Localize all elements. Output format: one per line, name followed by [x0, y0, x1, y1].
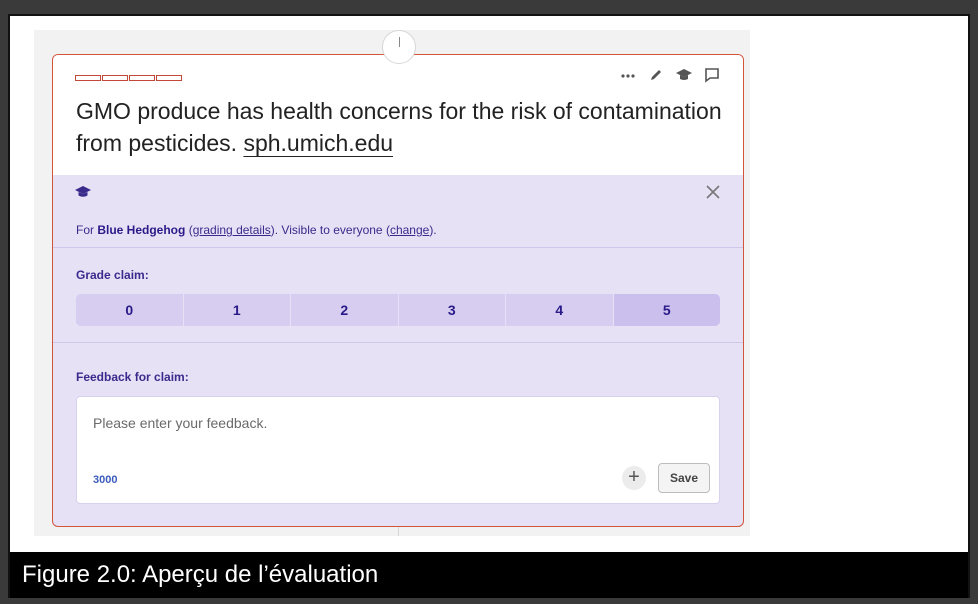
strength-segment	[75, 75, 101, 81]
grade-option-0[interactable]: 0	[76, 294, 184, 326]
close-icon[interactable]	[703, 182, 723, 202]
node-connector[interactable]	[382, 30, 416, 64]
figure-caption: Figure 2.0: Aperçu de l’évaluation	[10, 552, 968, 598]
feedback-input[interactable]	[93, 415, 653, 437]
grader-name: Blue Hedgehog	[97, 223, 186, 237]
divider	[53, 247, 743, 248]
comment-icon[interactable]	[703, 66, 721, 84]
grade-option-5[interactable]: 5	[613, 294, 720, 326]
grade-cap-icon[interactable]	[675, 66, 693, 84]
for-prefix: For	[76, 223, 98, 237]
connector-line	[398, 527, 399, 536]
grade-option-1[interactable]: 1	[183, 294, 291, 326]
claim-statement: GMO produce has health concerns for the …	[76, 98, 722, 156]
claim-header: GMO produce has health concerns for the …	[53, 55, 743, 175]
edit-icon[interactable]	[647, 66, 665, 84]
character-count: 3000	[93, 474, 118, 486]
strength-segment	[102, 75, 128, 81]
change-visibility-link[interactable]: change	[390, 223, 429, 237]
grading-cap-icon	[75, 185, 91, 199]
feedback-box: 3000 + Save	[76, 396, 720, 504]
paren-open: (	[185, 223, 193, 237]
add-icon[interactable]: +	[622, 466, 646, 490]
grading-details-link[interactable]: grading details	[193, 223, 271, 237]
save-button[interactable]: Save	[658, 463, 710, 493]
strength-segment	[129, 75, 155, 81]
visibility-text: ). Visible to everyone (	[270, 223, 390, 237]
claim-text: GMO produce has health concerns for the …	[76, 95, 726, 159]
connector-tick-icon	[399, 37, 400, 47]
grade-claim-label: Grade claim:	[76, 268, 149, 282]
grade-option-2[interactable]: 2	[291, 294, 399, 326]
claim-toolbar	[619, 66, 721, 84]
grade-selector: 0 1 2 3 4 5	[76, 294, 720, 326]
divider	[53, 342, 743, 343]
grade-option-4[interactable]: 4	[506, 294, 614, 326]
grade-option-3[interactable]: 3	[398, 294, 506, 326]
more-icon[interactable]	[619, 66, 637, 84]
paren-close: ).	[429, 223, 437, 237]
claim-card: GMO produce has health concerns for the …	[52, 54, 744, 527]
grader-info: For Blue Hedgehog (grading details). Vis…	[76, 223, 437, 237]
strength-indicator	[75, 75, 183, 81]
feedback-label: Feedback for claim:	[76, 370, 189, 384]
strength-segment	[156, 75, 182, 81]
figure-frame: GMO produce has health concerns for the …	[8, 14, 970, 598]
claim-source-link[interactable]: sph.umich.edu	[243, 130, 393, 156]
